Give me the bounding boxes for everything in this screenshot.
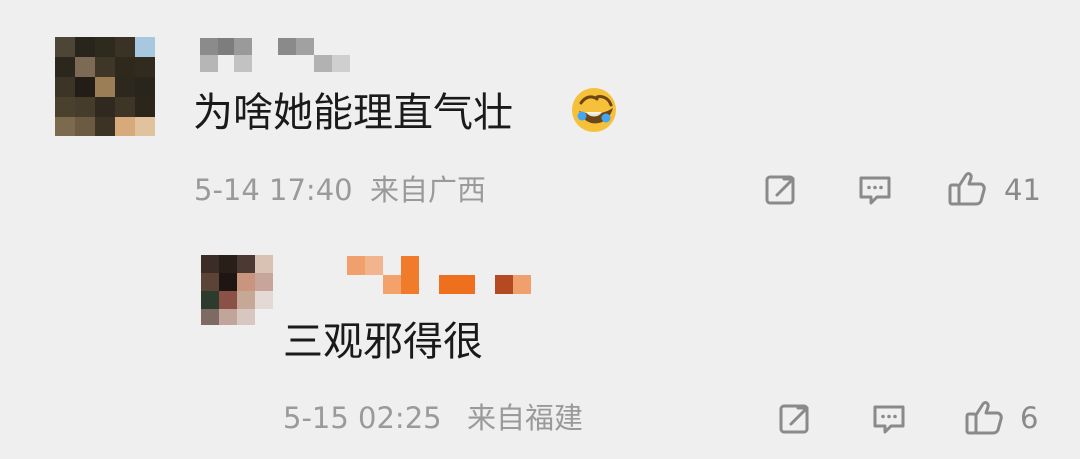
thumbs-up-icon[interactable] xyxy=(961,395,1007,441)
avatar[interactable] xyxy=(55,37,158,136)
timestamp: 5-15 02:25 xyxy=(283,401,442,435)
username[interactable] xyxy=(347,256,537,294)
share-icon[interactable] xyxy=(762,170,802,210)
comment-text: 三观邪得很 xyxy=(283,319,483,365)
avatar[interactable] xyxy=(201,255,276,325)
location: 来自广西 xyxy=(370,173,487,207)
laughing-crying-emoji xyxy=(569,85,619,135)
comment-1: 为啥她能理直气壮 5-14 17:40 来自广西 41 xyxy=(0,0,1080,230)
comment-text: 为啥她能理直气壮 xyxy=(193,90,513,136)
location: 来自福建 xyxy=(467,401,584,435)
timestamp: 5-14 17:40 xyxy=(194,173,353,207)
comment-icon[interactable] xyxy=(855,170,895,210)
share-icon[interactable] xyxy=(776,399,816,439)
like-count: 41 xyxy=(1004,173,1041,207)
username[interactable] xyxy=(200,38,350,72)
thumbs-up-icon[interactable] xyxy=(944,166,990,212)
comment-2: 三观邪得很 5-15 02:25 来自福建 6 xyxy=(0,230,1080,459)
comment-icon[interactable] xyxy=(869,399,909,439)
like-count: 6 xyxy=(1020,401,1039,435)
